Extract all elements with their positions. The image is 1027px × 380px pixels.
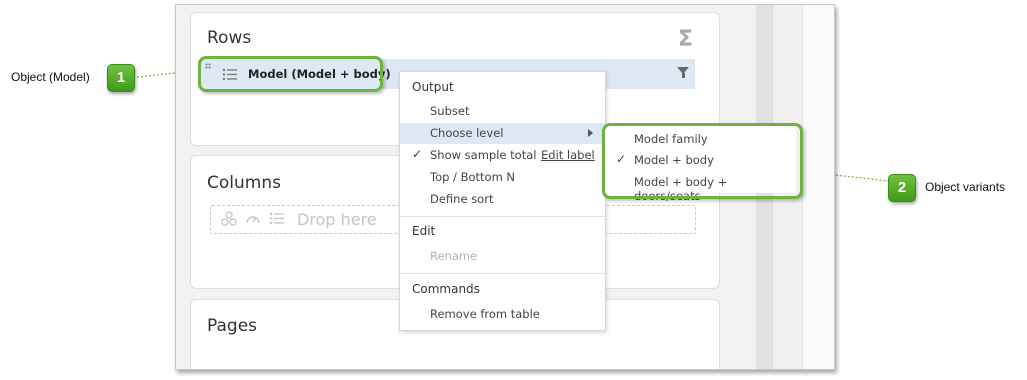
- columns-title: Columns: [207, 173, 281, 193]
- pages-title: Pages: [207, 316, 258, 336]
- menu-item-rename[interactable]: Rename: [430, 249, 477, 263]
- menu-item-define-sort[interactable]: Define sort: [430, 192, 493, 206]
- menu-item-remove-from-table[interactable]: Remove from table: [430, 307, 540, 321]
- filter-icon[interactable]: [677, 67, 689, 78]
- rows-title: Rows: [207, 28, 252, 48]
- callout-highlight-object: [198, 56, 383, 92]
- menu-header-commands: Commands: [412, 282, 480, 296]
- network-icon: [221, 211, 237, 226]
- menu-item-top-bottom[interactable]: Top / Bottom N: [430, 170, 515, 184]
- checkmark-icon: ✓: [412, 147, 423, 161]
- sigma-icon[interactable]: Σ: [678, 27, 693, 52]
- callout-label-object: Object (Model): [11, 70, 90, 84]
- drop-placeholder-text: Drop here: [297, 210, 377, 229]
- menu-item-show-sample-total[interactable]: Show sample total: [430, 148, 536, 162]
- callout-badge-1: 1: [107, 64, 135, 92]
- callout-badge-2: 2: [888, 174, 916, 202]
- context-menu: Output Subset Choose level ✓ Show sample…: [399, 71, 606, 331]
- menu-divider: [400, 273, 605, 274]
- menu-item-edit-label[interactable]: Edit label: [541, 148, 595, 162]
- menu-item-choose-level[interactable]: Choose level: [430, 126, 503, 140]
- callout-highlight-variants: [602, 123, 803, 199]
- list-icon: [269, 212, 284, 225]
- menu-item-subset[interactable]: Subset: [430, 104, 469, 118]
- submenu-arrow-icon: [588, 129, 593, 137]
- callout-label-variants: Object variants: [925, 180, 1006, 194]
- gauge-icon: [246, 216, 260, 224]
- side-strip-outer: [802, 5, 834, 369]
- menu-divider: [400, 216, 605, 217]
- menu-header-edit: Edit: [412, 224, 436, 238]
- menu-header-output: Output: [412, 80, 454, 94]
